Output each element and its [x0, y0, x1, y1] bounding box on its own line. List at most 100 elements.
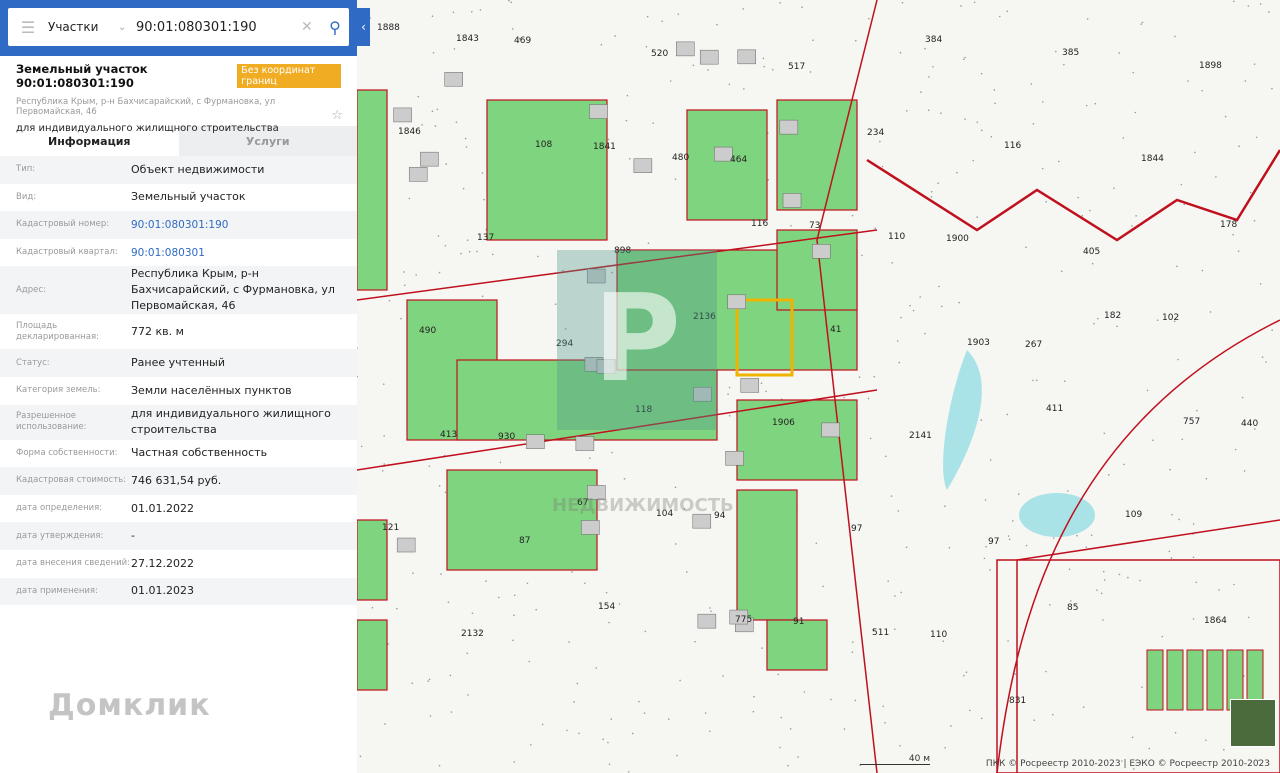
map-dot: [1118, 573, 1121, 576]
map-dot: [629, 158, 631, 160]
map-dot: [765, 390, 767, 393]
info-panel: ☰ Участки ⌄ 90:01:080301:190 ✕ ⚲ Земельн…: [0, 0, 357, 773]
map-dot: [438, 271, 441, 274]
building: [633, 158, 653, 173]
clear-icon[interactable]: ✕: [301, 19, 321, 35]
map-dot: [1007, 535, 1010, 537]
info-value[interactable]: 90:01:080301: [131, 245, 357, 261]
info-value[interactable]: 90:01:080301:190: [131, 217, 357, 233]
map-dot: [887, 580, 889, 582]
map-dot: [600, 43, 603, 46]
parcel[interactable]: [1146, 649, 1164, 711]
map-dot: [412, 572, 414, 575]
map-dot: [444, 244, 447, 247]
parcel-label: 102: [1162, 313, 1179, 323]
parcel-label: 116: [1004, 141, 1021, 151]
map-dot: [710, 610, 712, 613]
map-dot: [1247, 616, 1250, 619]
map-dot: [357, 375, 358, 378]
map-dot: [466, 652, 469, 655]
info-row: Вид: Земельный участок: [0, 184, 357, 212]
map-dot: [1259, 283, 1262, 285]
parcel[interactable]: [357, 619, 388, 691]
parcel[interactable]: [766, 619, 828, 671]
parcel[interactable]: [1206, 649, 1224, 711]
map-dot: [382, 383, 385, 385]
map-dot: [1187, 80, 1189, 82]
map-dot: [692, 64, 695, 67]
map-dot: [1169, 468, 1171, 471]
map-dot: [1174, 731, 1177, 734]
info-value: Земли населённых пунктов: [131, 383, 292, 397]
map-dot: [884, 722, 886, 724]
collapse-panel-button[interactable]: ‹: [357, 8, 370, 46]
map-dot: [897, 510, 900, 512]
parcel-label: 1906: [772, 418, 795, 428]
map-dot: [873, 375, 876, 378]
map-dot: [930, 195, 933, 198]
map-dot: [722, 675, 724, 677]
info-value: 772 кв. м: [131, 324, 184, 338]
chevron-down-icon[interactable]: ⌄: [118, 22, 136, 33]
map-dot: [1118, 52, 1121, 54]
building: [697, 613, 717, 629]
search-input[interactable]: 90:01:080301:190: [136, 20, 301, 35]
map-dot: [815, 542, 818, 545]
map-dot: [644, 630, 647, 633]
map-dot: [476, 250, 478, 253]
parcel[interactable]: [1186, 649, 1204, 711]
building: [444, 71, 463, 87]
parcel[interactable]: [357, 89, 388, 291]
map-dot: [1205, 477, 1208, 480]
search-type-select[interactable]: Участки: [48, 20, 118, 34]
map-dot: [709, 607, 711, 609]
parcel-label: 1900: [946, 234, 969, 244]
map-dot: [359, 755, 362, 758]
map-dot: [1237, 250, 1240, 252]
map-dot: [912, 309, 915, 312]
map-dot: [1255, 136, 1258, 139]
info-label: дата определения:: [16, 503, 103, 514]
map-dot: [1077, 196, 1079, 199]
map[interactable]: 1888 469 520 517 384 385 1898 1843 1841 464 234 116…: [357, 0, 1280, 773]
parcel-label: 480: [672, 153, 689, 163]
map-dot: [803, 691, 806, 693]
parcel[interactable]: [736, 489, 798, 621]
parcel[interactable]: [1166, 649, 1184, 711]
star-icon[interactable]: ☆: [331, 108, 343, 123]
map-dot: [956, 171, 958, 174]
layer-switcher-button[interactable]: [1230, 699, 1276, 747]
map-dot: [1090, 534, 1093, 537]
info-value: 746 631,54 руб.: [131, 473, 222, 487]
map-dot: [497, 596, 500, 599]
map-dot: [965, 671, 968, 673]
search-icon[interactable]: ⚲: [321, 18, 349, 37]
parcel[interactable]: [486, 99, 608, 241]
map-dot: [679, 679, 681, 682]
parcel-label: 1841: [593, 142, 616, 152]
map-dot: [677, 13, 680, 15]
map-dot: [1058, 160, 1060, 163]
parcel[interactable]: [686, 109, 768, 221]
map-dot: [400, 317, 402, 320]
map-dot: [602, 738, 604, 741]
parcel[interactable]: [446, 469, 598, 571]
map-dot: [1085, 546, 1088, 548]
map-dot: [1171, 513, 1173, 516]
menu-icon[interactable]: ☰: [8, 18, 48, 37]
map-dot: [437, 235, 440, 237]
map-dot: [1063, 63, 1065, 66]
map-dot: [421, 124, 423, 126]
map-dot: [652, 122, 655, 124]
building: [676, 41, 695, 57]
map-dot: [851, 641, 854, 643]
map-dot: [874, 227, 877, 230]
map-dot: [899, 51, 902, 54]
map-dot: [647, 242, 650, 245]
map-dot: [607, 741, 609, 744]
map-dot: [447, 601, 450, 603]
map-dot: [984, 499, 987, 501]
map-dot: [1089, 209, 1091, 212]
map-dot: [990, 135, 993, 138]
map-dot: [822, 585, 824, 588]
